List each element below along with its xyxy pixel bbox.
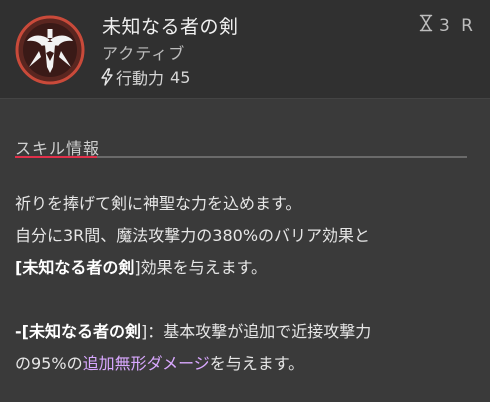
formless-damage-highlight: 追加無形ダメージ <box>82 354 210 373</box>
desc-line-4: -[未知なる者の剣]：基本攻撃が追加で近接攻撃力 <box>15 316 475 348</box>
action-cost: 行動力 45 <box>100 66 190 88</box>
desc-line-5: の95%の追加無形ダメージを与えます。 <box>15 348 475 380</box>
header-divider <box>0 98 490 99</box>
effect-name-bold: 未知なる者の剣 <box>22 258 135 277</box>
skill-header: 未知なる者の剣 アクティブ 行動力 45 3 R <box>0 0 490 98</box>
desc-line-1: 祈りを捧げて剣に神聖な力を込めます。 <box>15 194 302 213</box>
skill-type: アクティブ <box>102 44 186 63</box>
skill-name: 未知なる者の剣 <box>102 16 239 38</box>
desc-line-5-rest: を与えます。 <box>209 354 305 373</box>
sword-emblem-icon <box>15 15 85 85</box>
skill-description: 祈りを捧げて剣に神聖な力を込めます。 自分に3R間、魔法攻撃力の380%のバリア… <box>15 188 475 380</box>
desc-line-2: 自分に3R間、魔法攻撃力の380%のバリア効果と <box>15 226 371 245</box>
desc-line-4-rest: ]：基本攻撃が追加で近接攻撃力 <box>140 322 372 341</box>
action-cost-value: 45 <box>170 67 191 87</box>
cooldown-value: 3 R <box>438 15 476 36</box>
effect-name-bold-2: 未知なる者の剣 <box>28 322 141 341</box>
hourglass-icon <box>419 14 433 37</box>
cooldown: 3 R <box>419 14 476 37</box>
desc-line-3-rest: ]効果を与えます。 <box>134 258 267 277</box>
desc-line-4-prefix: -[ <box>15 322 29 341</box>
action-cost-label: 行動力 <box>116 69 165 88</box>
lightning-icon <box>100 68 114 86</box>
desc-line-5-prefix: の95%の <box>15 354 83 373</box>
desc-line-3: [未知なる者の剣]効果を与えます。 <box>15 252 475 284</box>
section-rule-accent <box>15 156 97 158</box>
